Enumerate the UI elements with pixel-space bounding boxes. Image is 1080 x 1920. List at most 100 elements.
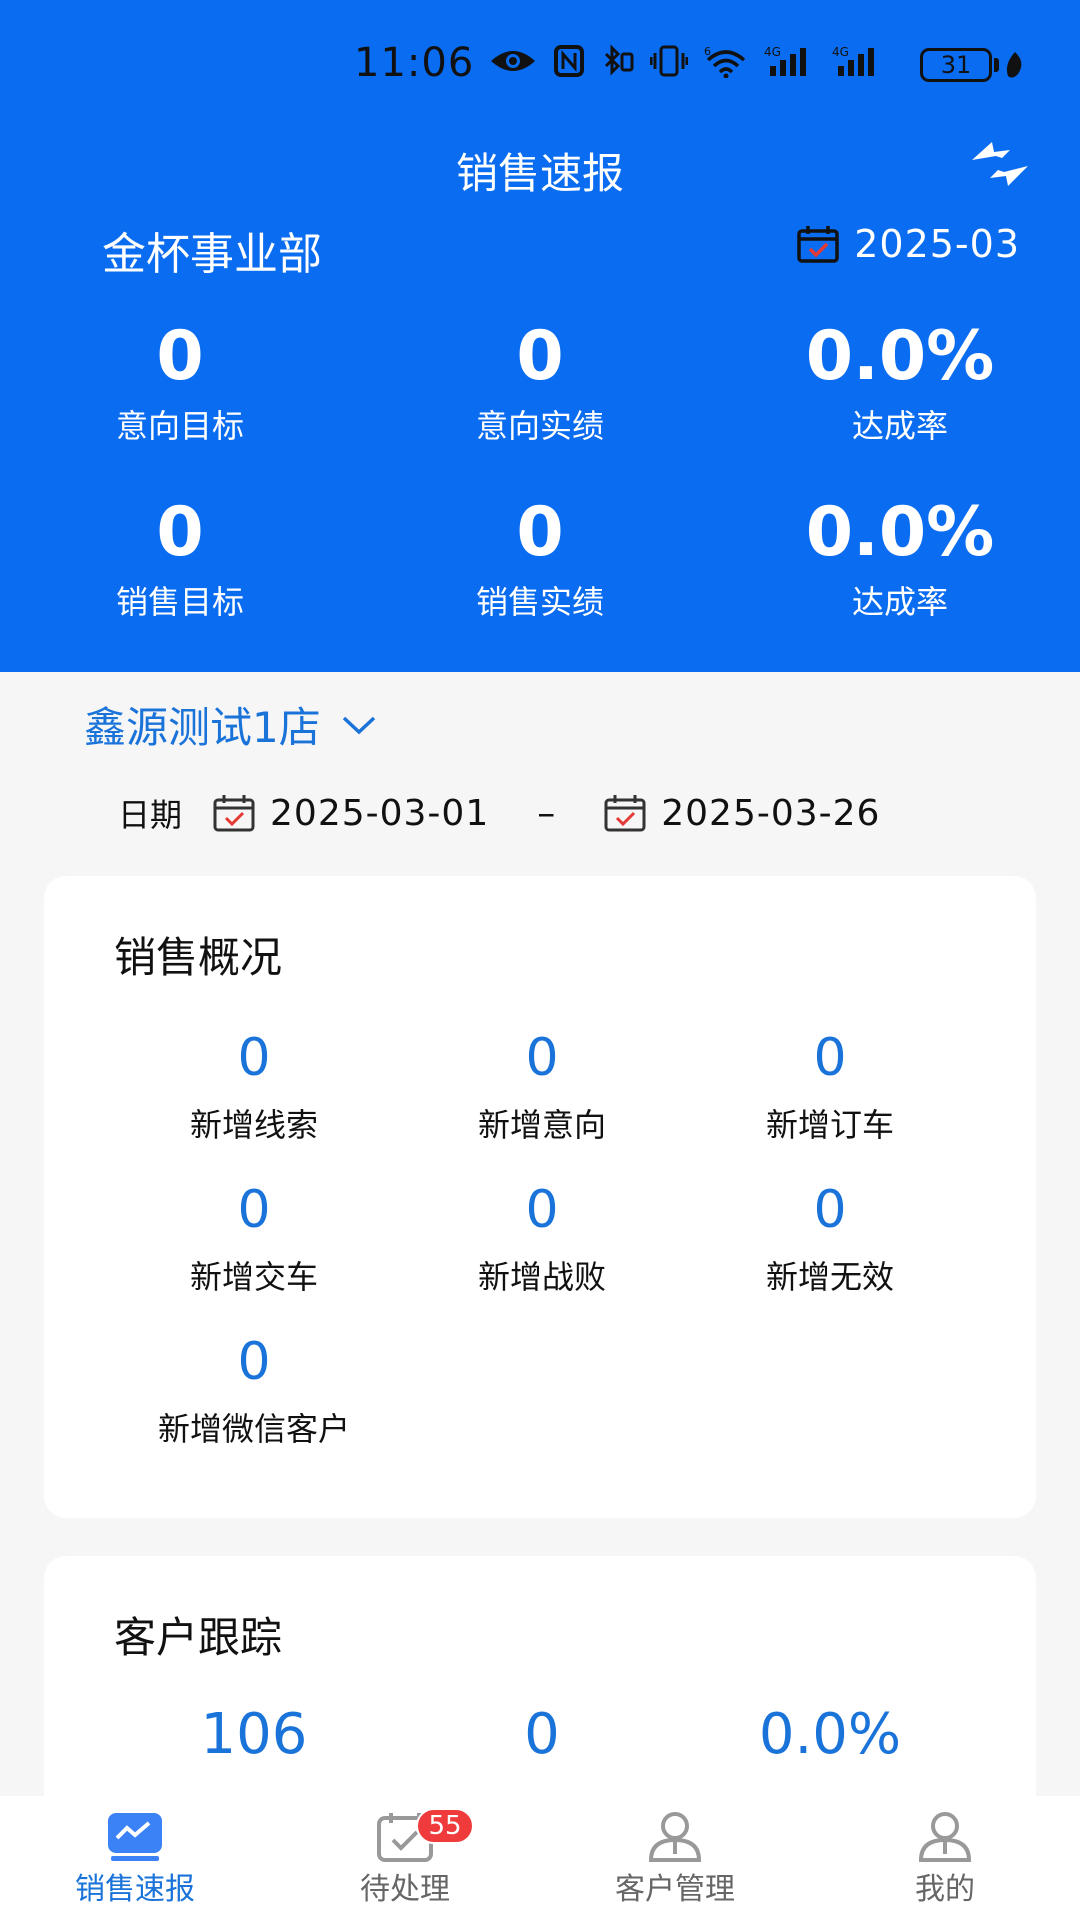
stat-new-leads[interactable]: 0 新增线索 <box>110 1026 398 1178</box>
kpi-row: 0 销售目标 0 销售实绩 0.0% 达成率 <box>0 492 1080 668</box>
tracking-value[interactable]: 0 <box>398 1702 686 1767</box>
header-panel: 11:06 6 4G 4G 31 销售速报 金杯事业部 2025-03 0 意向… <box>0 0 1080 672</box>
kpi-label: 销售目标 <box>115 583 244 621</box>
stat-value: 0 <box>525 1180 559 1240</box>
tab-label: 我的 <box>915 1872 975 1907</box>
signal-4g-icon: 4G <box>832 45 874 76</box>
date-separator: – <box>537 792 556 834</box>
stat-label: 新增订车 <box>765 1106 894 1144</box>
status-icons: 6 4G 4G <box>488 44 884 78</box>
tab-sales-report[interactable]: 销售速报 <box>0 1796 270 1920</box>
card-title: 销售概况 <box>114 933 283 982</box>
date-range: 日期 2025-03-01 – 2025-03-26 <box>118 790 880 836</box>
card-title: 客户跟踪 <box>114 1613 283 1662</box>
calendar-icon <box>604 795 646 832</box>
leaf-icon <box>1006 52 1022 78</box>
tab-pending[interactable]: 55 待处理 <box>270 1796 540 1920</box>
stat-label: 新增无效 <box>765 1258 894 1296</box>
stat-label: 新增战败 <box>477 1258 606 1296</box>
kpi-value: 0 <box>516 317 564 396</box>
kpi-value: 0 <box>516 493 564 572</box>
kpi-row: 0 意向目标 0 意向实绩 0.0% 达成率 <box>0 316 1080 492</box>
stat-new-losses[interactable]: 0 新增战败 <box>398 1178 686 1330</box>
stat-value: 0 <box>525 1028 559 1088</box>
stat-value: 0 <box>237 1332 271 1392</box>
tab-label: 销售速报 <box>75 1872 195 1907</box>
kpi-intent-rate: 0.0% 达成率 <box>720 316 1080 492</box>
kpi-label: 达成率 <box>851 407 948 445</box>
sales-overview-card: 销售概况 0 新增线索 0 新增意向 0 新增订车 0 新增交车 0 新增战败 <box>44 876 1036 1518</box>
page-title: 销售速报 <box>455 149 624 198</box>
month-value: 2025-03 <box>854 222 1020 266</box>
stat-value: 0 <box>813 1028 847 1088</box>
stat-new-orders[interactable]: 0 新增订车 <box>686 1026 974 1178</box>
start-date: 2025-03-01 <box>270 792 490 834</box>
overview-row: 0 新增交车 0 新增战败 0 新增无效 <box>44 1178 1036 1330</box>
bluetooth-icon <box>604 44 634 76</box>
kpi-grid: 0 意向目标 0 意向实绩 0.0% 达成率 0 销售目标 0 销售实绩 0.0 <box>0 316 1080 668</box>
kpi-label: 达成率 <box>851 583 948 621</box>
date-label: 日期 <box>118 796 183 834</box>
tracking-value[interactable]: 106 <box>110 1702 398 1767</box>
kpi-intent-target: 0 意向目标 <box>0 316 360 492</box>
battery-icon: 31 <box>920 48 992 82</box>
overview-grid: 0 新增线索 0 新增意向 0 新增订车 0 新增交车 0 新增战败 0 新增无… <box>44 1026 1036 1482</box>
kpi-value: 0.0% <box>805 493 995 572</box>
stat-new-invalid[interactable]: 0 新增无效 <box>686 1178 974 1330</box>
battery-cap <box>994 58 999 72</box>
tab-label: 待处理 <box>360 1872 450 1907</box>
kpi-value: 0 <box>156 493 204 572</box>
stat-label: 新增交车 <box>189 1258 318 1296</box>
overview-row: 0 新增微信客户 <box>44 1330 1036 1482</box>
tab-customer-management[interactable]: 客户管理 <box>540 1796 810 1920</box>
stat-value: 0 <box>237 1180 271 1240</box>
overview-row: 0 新增线索 0 新增意向 0 新增订车 <box>44 1026 1036 1178</box>
stat-label: 新增意向 <box>477 1106 606 1144</box>
calendar-icon <box>213 795 255 832</box>
kpi-value: 0 <box>156 317 204 396</box>
stat-value: 0 <box>237 1028 271 1088</box>
stat-label: 新增线索 <box>189 1106 318 1144</box>
tab-label: 客户管理 <box>615 1872 735 1907</box>
kpi-sales-actual: 0 销售实绩 <box>360 492 720 668</box>
chevron-down-icon <box>342 716 375 734</box>
chart-icon <box>108 1813 162 1861</box>
month-picker[interactable]: 2025-03 <box>796 222 1020 266</box>
person-icon <box>918 1812 972 1862</box>
status-bar: 11:06 6 4G 4G 31 <box>0 0 1080 130</box>
svg-text:4G: 4G <box>764 45 781 59</box>
stat-label: 新增微信客户 <box>157 1410 350 1448</box>
pending-badge: 55 <box>416 1808 474 1844</box>
kpi-label: 销售实绩 <box>475 583 604 621</box>
stat-new-wechat-customers[interactable]: 0 新增微信客户 <box>110 1330 398 1482</box>
bottom-tab-bar: 销售速报 55 待处理 客户管理 我的 <box>0 1796 1080 1920</box>
calendar-icon <box>797 226 839 263</box>
start-date-field[interactable]: 2025-03-01 <box>212 793 489 834</box>
stat-new-intents[interactable]: 0 新增意向 <box>398 1026 686 1178</box>
stat-new-deliveries[interactable]: 0 新增交车 <box>110 1178 398 1330</box>
status-time: 11:06 <box>354 40 475 86</box>
vibrate-icon <box>650 45 688 77</box>
kpi-label: 意向目标 <box>115 407 244 445</box>
eye-icon <box>491 51 535 71</box>
signal-4g-icon: 4G <box>764 45 806 76</box>
tracking-value[interactable]: 0.0% <box>686 1702 974 1767</box>
store-selector[interactable]: 鑫源测试1店 <box>84 694 377 755</box>
nfc-icon <box>554 45 584 77</box>
kpi-value: 0.0% <box>805 317 995 396</box>
svg-text:6: 6 <box>704 45 711 58</box>
svg-text:4G: 4G <box>832 45 849 59</box>
kpi-sales-rate: 0.0% 达成率 <box>720 492 1080 668</box>
org-name[interactable]: 金杯事业部 <box>102 218 322 282</box>
stat-value: 0 <box>813 1180 847 1240</box>
person-icon <box>648 1812 702 1862</box>
store-name: 鑫源测试1店 <box>84 703 321 752</box>
kpi-label: 意向实绩 <box>475 407 604 445</box>
tracking-grid: 106 0 0.0% <box>44 1702 1036 1767</box>
end-date-field[interactable]: 2025-03-26 <box>603 793 880 834</box>
wifi-icon: 6 <box>704 45 746 78</box>
kpi-intent-actual: 0 意向实绩 <box>360 316 720 492</box>
end-date: 2025-03-26 <box>661 792 881 834</box>
tab-mine[interactable]: 我的 <box>810 1796 1080 1920</box>
switch-icon[interactable] <box>966 134 1034 194</box>
